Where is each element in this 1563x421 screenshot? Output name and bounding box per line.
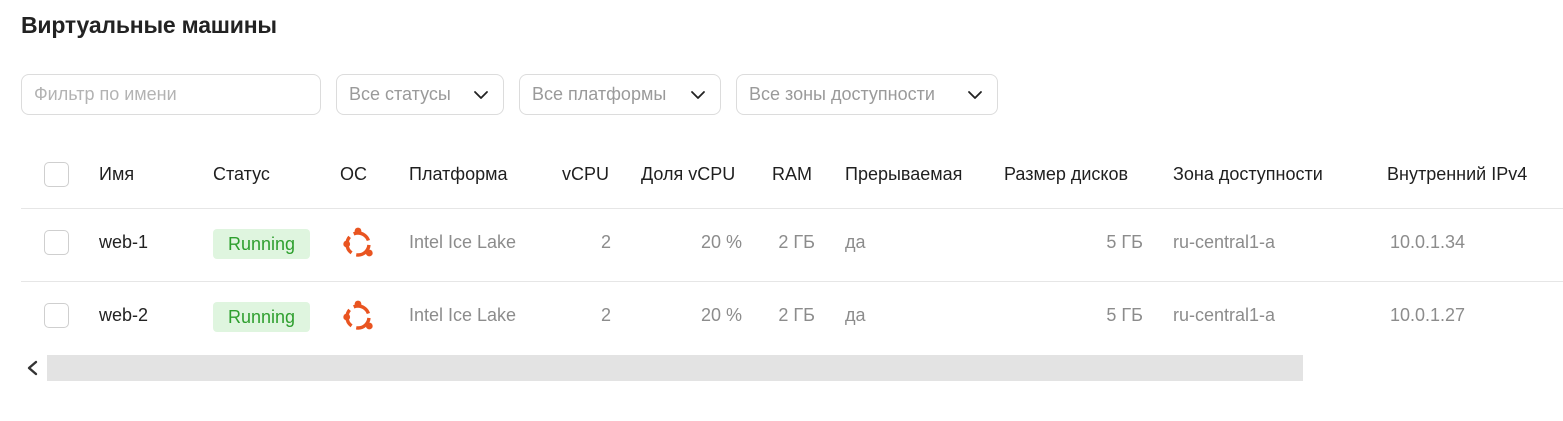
platform-cell: Intel Ice Lake — [409, 305, 517, 325]
status-filter-select[interactable]: Все статусы — [336, 74, 504, 115]
zone-filter-select[interactable]: Все зоны доступности — [736, 74, 998, 115]
preemptible-cell: да — [845, 305, 866, 325]
vcpu-cell: 2 — [600, 232, 611, 252]
scroll-left-arrow-icon[interactable] — [22, 357, 44, 379]
column-header-vcpu[interactable]: vCPU — [562, 164, 609, 185]
disk-size-cell: 5 ГБ — [1106, 305, 1143, 325]
divider — [21, 281, 1563, 282]
status-filter-value: Все статусы — [349, 84, 451, 104]
row-checkbox[interactable] — [44, 303, 69, 328]
ram-cell: 2 ГБ — [778, 232, 815, 252]
column-header-disk-size[interactable]: Размер дисков — [1004, 164, 1128, 185]
ipv4-cell: 10.0.1.34 — [1390, 232, 1466, 252]
chevron-down-icon — [968, 90, 982, 99]
platform-filter-value: Все платформы — [532, 84, 667, 104]
vcpu-share-cell: 20 % — [700, 305, 742, 325]
preemptible-cell: да — [845, 232, 866, 252]
platform-cell: Intel Ice Lake — [409, 232, 517, 252]
vcpu-cell: 2 — [600, 305, 611, 325]
platform-filter-select[interactable]: Все платформы — [519, 74, 721, 115]
column-header-ipv4[interactable]: Внутренний IPv4 — [1387, 164, 1527, 185]
chevron-down-icon — [474, 90, 488, 99]
ram-cell: 2 ГБ — [778, 305, 815, 325]
ubuntu-icon — [343, 300, 373, 330]
zone-cell: ru-central1-a — [1173, 232, 1276, 252]
column-header-platform[interactable]: Платформа — [409, 164, 508, 185]
zone-cell: ru-central1-a — [1173, 305, 1276, 325]
row-checkbox[interactable] — [44, 230, 69, 255]
column-header-name[interactable]: Имя — [99, 164, 134, 185]
select-all-checkbox[interactable] — [44, 162, 69, 187]
divider — [21, 208, 1563, 209]
vm-name[interactable]: web-1 — [99, 232, 148, 253]
column-header-os[interactable]: ОС — [340, 164, 367, 185]
column-header-status[interactable]: Статус — [213, 164, 270, 185]
horizontal-scrollbar[interactable] — [47, 355, 1303, 381]
page-title: Виртуальные машины — [21, 12, 277, 38]
column-header-zone[interactable]: Зона доступности — [1173, 164, 1323, 185]
vcpu-share-cell: 20 % — [700, 232, 742, 252]
name-filter[interactable] — [21, 74, 321, 115]
chevron-down-icon — [691, 90, 705, 99]
zone-filter-value: Все зоны доступности — [749, 84, 935, 104]
status-badge: Running — [213, 229, 310, 259]
vm-name[interactable]: web-2 — [99, 305, 148, 326]
status-badge: Running — [213, 302, 310, 332]
column-header-preemptible[interactable]: Прерываемая — [845, 164, 962, 185]
column-header-vcpu-share[interactable]: Доля vCPU — [641, 164, 735, 185]
ubuntu-icon — [343, 227, 373, 257]
ipv4-cell: 10.0.1.27 — [1390, 305, 1466, 325]
name-filter-input[interactable] — [34, 84, 308, 105]
disk-size-cell: 5 ГБ — [1106, 232, 1143, 252]
vm-list-page: Виртуальные машины Все статусы Все платф… — [0, 0, 1563, 421]
column-header-ram[interactable]: RAM — [772, 164, 812, 185]
